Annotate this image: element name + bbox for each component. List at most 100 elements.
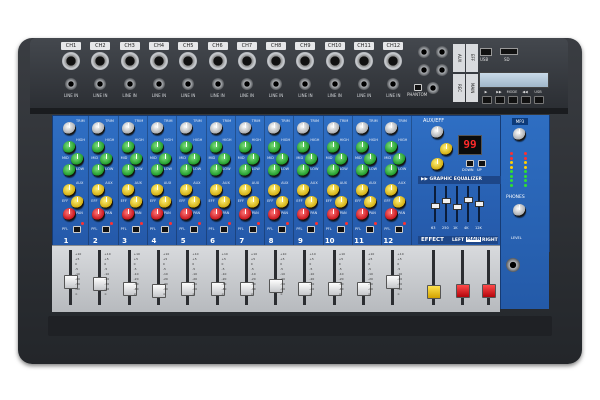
rec-out-jack[interactable]	[427, 82, 439, 94]
main-left-fader[interactable]	[456, 283, 470, 298]
line-input-jack-4[interactable]	[152, 78, 165, 90]
mic-input-xlr-11[interactable]	[355, 52, 373, 70]
eff-send-knob-1[interactable]	[71, 196, 84, 209]
down-button[interactable]	[466, 160, 474, 167]
prev-button[interactable]	[521, 96, 531, 104]
eff-send-knob-4[interactable]	[158, 196, 172, 209]
mic-input-xlr-6[interactable]	[208, 52, 227, 70]
phones-jack[interactable]	[506, 258, 520, 272]
eff-send-knob-11[interactable]	[364, 196, 377, 209]
high-eq-knob-3[interactable]	[121, 141, 135, 154]
pfl-button-5[interactable]	[190, 226, 199, 233]
aux-send-knob-11[interactable]	[356, 184, 369, 197]
pan-knob-6[interactable]	[209, 208, 223, 221]
pan-knob-1[interactable]	[63, 208, 76, 221]
aux-send-knob-1[interactable]	[63, 184, 76, 197]
geq-slider-1K[interactable]	[453, 204, 462, 210]
pfl-button-2[interactable]	[102, 226, 111, 233]
line-input-jack-6[interactable]	[211, 78, 224, 90]
pfl-button-4[interactable]	[160, 226, 169, 233]
aux-send-knob-6[interactable]	[209, 184, 223, 197]
trim-knob-10[interactable]	[326, 122, 340, 135]
pfl-button-11[interactable]	[366, 226, 374, 233]
mic-input-xlr-1[interactable]	[62, 52, 80, 70]
main-left-jack[interactable]	[418, 64, 430, 76]
pfl-button-12[interactable]	[395, 226, 404, 233]
pfl-button-1[interactable]	[73, 226, 81, 233]
trim-knob-3[interactable]	[121, 122, 135, 135]
pan-knob-4[interactable]	[150, 208, 164, 221]
trim-knob-8[interactable]	[268, 122, 282, 135]
high-eq-knob-6[interactable]	[209, 141, 223, 154]
low-eq-knob-7[interactable]	[238, 164, 252, 177]
low-eq-knob-4[interactable]	[150, 164, 164, 177]
mic-input-xlr-3[interactable]	[120, 52, 139, 70]
aux-send-knob-10[interactable]	[326, 184, 340, 197]
high-eq-knob-8[interactable]	[268, 141, 282, 154]
eff-send-knob-10[interactable]	[334, 196, 348, 209]
mic-input-xlr-8[interactable]	[267, 52, 286, 70]
usb-button[interactable]	[534, 96, 544, 104]
eff-send-knob-3[interactable]	[129, 196, 143, 209]
aux-send-knob-3[interactable]	[121, 184, 135, 197]
trim-knob-1[interactable]	[63, 122, 76, 135]
pan-knob-11[interactable]	[356, 208, 369, 221]
geq-slider-4K[interactable]	[464, 196, 473, 203]
geq-slider-250[interactable]	[442, 198, 451, 204]
line-input-jack-1[interactable]	[65, 78, 77, 90]
line-input-jack-10[interactable]	[328, 78, 341, 90]
eff-send-knob-8[interactable]	[276, 196, 290, 209]
pan-knob-8[interactable]	[268, 208, 282, 221]
aux-send-knob-8[interactable]	[268, 184, 282, 197]
phones-level-knob[interactable]	[513, 204, 526, 217]
eff-out-jack[interactable]	[436, 46, 448, 58]
low-eq-knob-11[interactable]	[356, 164, 369, 177]
pfl-button-10[interactable]	[336, 226, 345, 233]
eff-send-knob-6[interactable]	[217, 196, 231, 209]
eff-return-knob[interactable]	[440, 143, 453, 156]
high-eq-knob-10[interactable]	[326, 141, 340, 154]
eff-send-knob-7[interactable]	[246, 196, 260, 209]
mp3-level-knob[interactable]	[513, 128, 526, 141]
low-eq-knob-10[interactable]	[326, 164, 340, 177]
main-right-jack[interactable]	[436, 64, 448, 76]
low-eq-knob-6[interactable]	[209, 164, 223, 177]
pfl-button-8[interactable]	[278, 226, 287, 233]
next-button[interactable]	[495, 96, 505, 104]
mic-input-xlr-10[interactable]	[325, 52, 344, 70]
pan-knob-3[interactable]	[121, 208, 135, 221]
pfl-button-3[interactable]	[131, 226, 140, 233]
eff-level-knob[interactable]	[431, 158, 444, 171]
play-button[interactable]	[482, 96, 492, 104]
high-eq-knob-11[interactable]	[356, 141, 369, 154]
trim-knob-6[interactable]	[209, 122, 223, 135]
high-eq-knob-4[interactable]	[150, 141, 164, 154]
high-eq-knob-7[interactable]	[238, 141, 252, 154]
pan-knob-10[interactable]	[326, 208, 340, 221]
aux-send-knob-7[interactable]	[238, 184, 252, 197]
pan-knob-7[interactable]	[238, 208, 252, 221]
low-eq-knob-1[interactable]	[63, 164, 76, 177]
main-right-fader[interactable]	[482, 283, 496, 298]
pfl-button-7[interactable]	[248, 226, 257, 233]
aux-out-jack[interactable]	[418, 46, 430, 58]
geq-slider-63[interactable]	[431, 202, 440, 209]
geq-slider-12K[interactable]	[475, 201, 484, 207]
sd-card-slot[interactable]	[500, 48, 518, 55]
mic-input-xlr-4[interactable]	[149, 52, 168, 70]
pfl-button-6[interactable]	[219, 226, 228, 233]
trim-knob-11[interactable]	[356, 122, 369, 135]
high-eq-knob-1[interactable]	[63, 141, 76, 154]
low-eq-knob-8[interactable]	[268, 164, 282, 177]
line-input-jack-3[interactable]	[123, 78, 136, 90]
up-button[interactable]	[478, 160, 486, 167]
effect-master-fader[interactable]	[427, 285, 441, 300]
line-input-jack-7[interactable]	[240, 78, 253, 90]
pfl-button-9[interactable]	[307, 226, 316, 233]
mode-button[interactable]	[508, 96, 518, 104]
aux-master-knob[interactable]	[431, 126, 444, 139]
phantom-power-button[interactable]	[414, 84, 422, 91]
usb-port[interactable]	[480, 48, 492, 56]
mic-input-xlr-7[interactable]	[237, 52, 256, 70]
trim-knob-7[interactable]	[238, 122, 252, 135]
